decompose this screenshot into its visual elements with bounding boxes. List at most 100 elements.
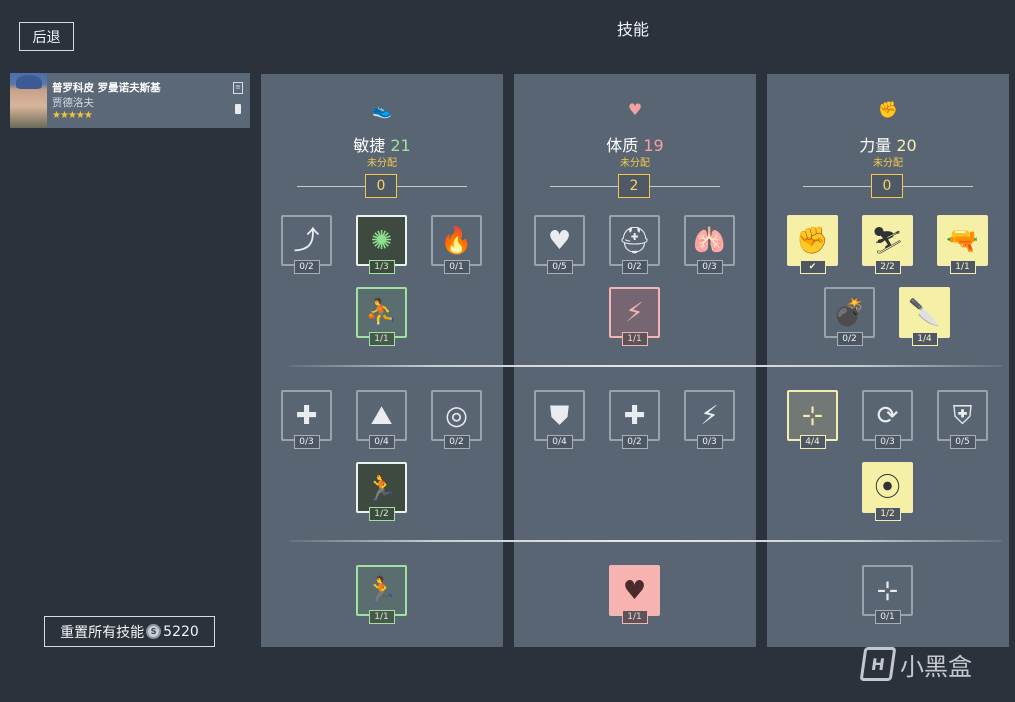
skill-count: 0/2 — [621, 435, 648, 449]
skill-count: 0/5 — [949, 435, 976, 449]
pistol-icon: 🔫 — [937, 215, 988, 266]
skill-lungs[interactable]: 🫁 0/3 — [684, 215, 735, 277]
fist-icon: ✊ — [787, 215, 838, 266]
back-button[interactable]: 后退 — [19, 22, 74, 51]
skill-count: 0/4 — [368, 435, 395, 449]
lungs-icon: 🫁 — [684, 215, 735, 266]
skill-energy-cycle[interactable]: ⚡ 1/1 — [609, 287, 660, 349]
watermark: H 小黑盒 — [859, 644, 1002, 684]
skill-health-boost[interactable]: ✚ 0/2 — [609, 390, 660, 452]
coin-icon: S — [146, 624, 162, 639]
skill-climb[interactable]: ⛰ 0/4 — [356, 390, 407, 452]
aim-focus-icon: ⊹ — [787, 390, 838, 441]
unallocated-label: 未分配 — [873, 158, 903, 169]
skill-count: 4/4 — [799, 435, 826, 449]
skill-dash[interactable]: 🏃 1/1 — [356, 565, 407, 627]
divider — [803, 186, 873, 187]
heart-upgrade-icon: ♥ — [609, 565, 660, 616]
climb-icon: ⛰ — [356, 390, 407, 441]
crawl-barbed-wire-icon: ✺ — [356, 215, 407, 266]
skill-pistol[interactable]: 🔫 1/1 — [937, 215, 988, 277]
attribute-column-strength: ✊ 力量 20 未分配 0 — [767, 74, 1009, 647]
fist-icon: ✊ — [878, 100, 898, 119]
tier-divider — [289, 540, 1002, 542]
skill-count: 0/2 — [836, 332, 863, 346]
stamina-boost-icon: ⚡ — [684, 390, 735, 441]
skill-knife[interactable]: 🔪 1/4 — [899, 287, 950, 349]
skill-count: 1/1 — [368, 332, 395, 346]
skill-reload[interactable]: ⟳ 0/3 — [862, 390, 913, 452]
skill-count: 0/1 — [874, 610, 901, 624]
skill-sprint[interactable]: 🏃 1/2 — [356, 462, 407, 524]
skill-count: 0/1 — [443, 260, 470, 274]
knife-icon: 🔪 — [899, 287, 950, 338]
divider — [903, 186, 973, 187]
skill-count: 1/1 — [368, 610, 395, 624]
reset-cost: 5220 — [163, 623, 199, 640]
skill-crawl[interactable]: ✺ 1/3 — [356, 215, 407, 277]
skill-fire[interactable]: 🔥 0/1 — [431, 215, 482, 277]
skill-count: 0/2 — [621, 260, 648, 274]
unallocated-label: 未分配 — [620, 158, 650, 169]
skill-count: 1/3 — [368, 260, 395, 274]
health-boost-icon: ✚ — [609, 390, 660, 441]
skill-target-focus[interactable]: ⊹ 0/1 — [862, 565, 913, 627]
character-card[interactable]: 普罗科皮 罗曼诺夫斯基 贾德洛夫 ★★★★★ ≡ — [10, 73, 250, 128]
skill-armor-plus[interactable]: ⛨ 0/5 — [937, 390, 988, 452]
heal-speed-icon: ✚ — [281, 390, 332, 441]
armor-plus-icon: ⛨ — [937, 390, 988, 441]
skill-count: 1/2 — [368, 507, 395, 521]
skill-landing[interactable]: ◎ 0/2 — [431, 390, 482, 452]
watermark-text: 小黑盒 — [900, 652, 972, 681]
skill-count: 1/1 — [621, 610, 648, 624]
avatar — [10, 73, 47, 128]
fire-icon: 🔥 — [431, 215, 482, 266]
skill-count: 0/3 — [874, 435, 901, 449]
attribute-title: 力量 20 — [859, 136, 917, 155]
skill-count: 0/2 — [293, 260, 320, 274]
crouch-stance-icon: ⛹ — [356, 287, 407, 338]
dash-icon: 🏃 — [356, 565, 407, 616]
attribute-title: 敏捷 21 — [353, 136, 411, 155]
tier-divider — [289, 365, 1002, 367]
skill-dodge[interactable]: ⤴ 0/2 — [281, 215, 332, 277]
heartbeat-icon: ♥ — [627, 100, 643, 119]
skill-count: 0/3 — [293, 435, 320, 449]
skill-crouch[interactable]: ⛹ 1/1 — [356, 287, 407, 349]
unallocated-points: 2 — [618, 174, 650, 198]
character-subtitle: 贾德洛夫 — [52, 97, 94, 109]
skill-grenade[interactable]: 💣 0/2 — [824, 287, 875, 349]
skill-count: 0/3 — [696, 260, 723, 274]
reset-skills-button[interactable]: 重置所有技能 S 5220 — [44, 616, 215, 647]
skill-fist[interactable]: ✊ ✔ — [787, 215, 838, 277]
skill-heart-regen[interactable]: ♥ 0/5 — [534, 215, 585, 277]
skill-count: 1/1 — [621, 332, 648, 346]
unallocated-points: 0 — [365, 174, 397, 198]
heart-regen-icon: ♥ — [534, 215, 585, 266]
skill-count: 1/1 — [949, 260, 976, 274]
list-icon[interactable]: ≡ — [233, 82, 243, 94]
grenade-icon: 💣 — [824, 287, 875, 338]
skill-count: 0/4 — [546, 435, 573, 449]
checkmark-icon: ✔ — [799, 260, 826, 274]
skill-aim-focus[interactable]: ⊹ 4/4 — [787, 390, 838, 452]
running-shoe-icon: 👟 — [372, 100, 392, 119]
skill-carry[interactable]: ⛷ 2/2 — [862, 215, 913, 277]
armor-shield-icon: ⛊ — [534, 390, 585, 441]
skill-armor-shield[interactable]: ⛊ 0/4 — [534, 390, 585, 452]
skill-helmet[interactable]: ⛑ 0/2 — [609, 215, 660, 277]
attribute-column-agility: 👟 敏捷 21 未分配 0 — [261, 74, 503, 647]
skill-heart-upgrade[interactable]: ♥ 1/1 — [609, 565, 660, 627]
attribute-title: 体质 19 — [606, 136, 664, 155]
skill-ammo-cycle[interactable]: ⦿ 1/2 — [862, 462, 913, 524]
attribute-column-constitution: ♥ 体质 19 未分配 2 — [514, 74, 756, 647]
rank-stars: ★★★★★ — [52, 110, 93, 121]
energy-cycle-icon: ⚡ — [609, 287, 660, 338]
divider — [297, 186, 367, 187]
helmet-icon: ⛑ — [609, 215, 660, 266]
divider — [550, 186, 620, 187]
divider — [650, 186, 720, 187]
skill-heal-speed[interactable]: ✚ 0/3 — [281, 390, 332, 452]
ammo-cycle-icon: ⦿ — [862, 462, 913, 513]
skill-stamina-boost[interactable]: ⚡ 0/3 — [684, 390, 735, 452]
